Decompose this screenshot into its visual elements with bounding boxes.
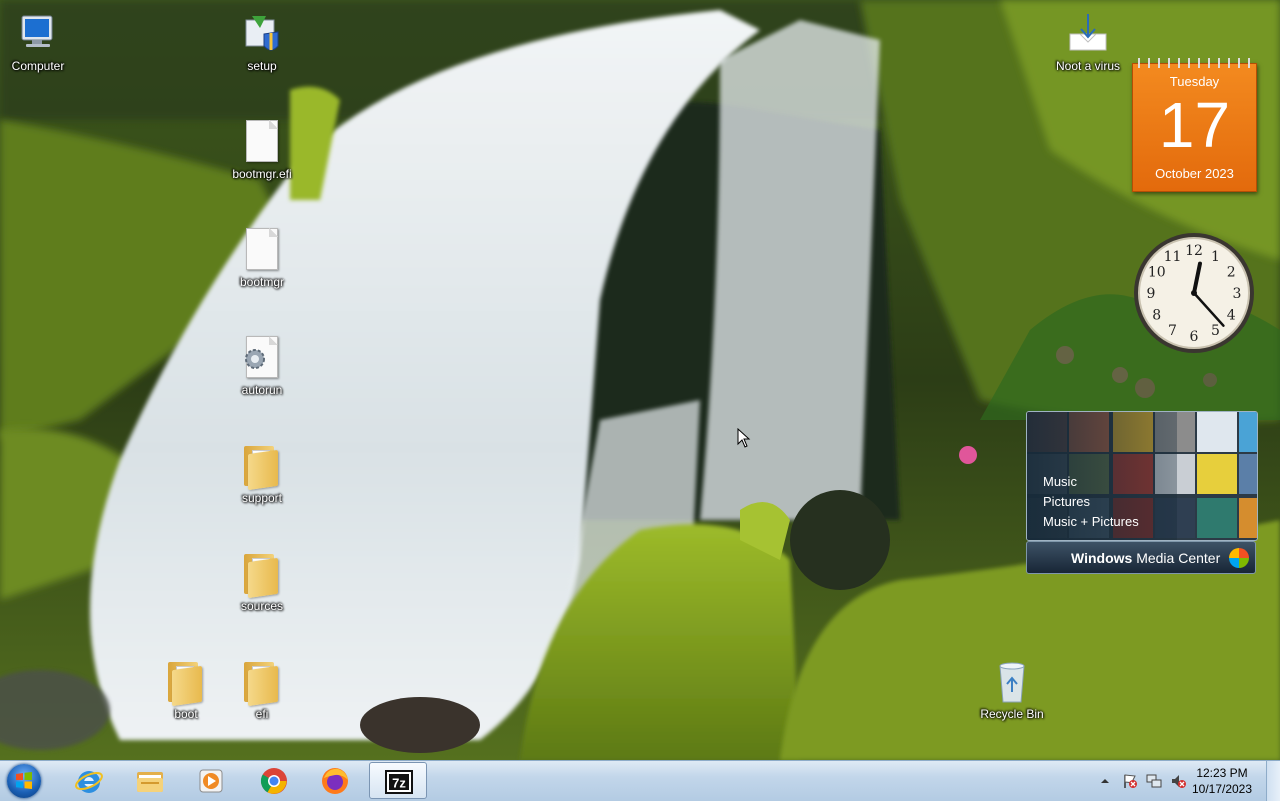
desktop-wallpaper [0, 0, 1280, 760]
desktop-icon-label: autorun [241, 383, 283, 397]
folder-icon [242, 444, 282, 491]
media-player-icon [196, 766, 226, 796]
media-center-tiles: Music Pictures Music + Pictures [1026, 411, 1258, 541]
7zip-icon: 7z [384, 767, 414, 797]
clock-numeral: 4 [1227, 308, 1236, 324]
desktop-icon-label: support [241, 491, 283, 505]
desktop-icon-label: Computer [11, 59, 65, 73]
taskbar-button-windows-explorer[interactable] [121, 762, 179, 799]
firefox-icon [320, 766, 350, 796]
desktop-icon-support[interactable]: support [224, 438, 300, 518]
clock-gadget[interactable]: 12 12 3 45678 9 1011 [1132, 231, 1256, 355]
desktop-icon-recycle-bin[interactable]: Recycle Bin [974, 654, 1050, 734]
desktop-icon-sources[interactable]: sources [224, 546, 300, 626]
clock-numeral: 11 [1164, 249, 1182, 265]
network-icon[interactable] [1146, 773, 1162, 789]
internet-explorer-icon [74, 766, 104, 796]
media-center-menu-music[interactable]: Music [1043, 472, 1139, 492]
start-button[interactable] [3, 762, 47, 800]
taskbar-button-7zip[interactable]: 7z [369, 762, 427, 799]
folder-icon [135, 766, 165, 796]
show-hidden-icons-arrow[interactable] [1098, 775, 1112, 787]
clock-numeral: 3 [1233, 286, 1242, 302]
taskbar-button-chrome[interactable] [245, 762, 303, 799]
desktop-icon-bootmgr-efi[interactable]: bootmgr.efi [224, 114, 300, 194]
installer-box-icon [1068, 12, 1108, 56]
clock-numeral: 6 [1190, 329, 1199, 345]
desktop-icon-label: setup [247, 59, 277, 73]
desktop-icon-efi[interactable]: efi [224, 654, 300, 734]
clock-numeral: 8 [1152, 308, 1161, 324]
desktop-icon-boot[interactable]: boot [148, 654, 224, 734]
volume-muted-icon[interactable] [1170, 773, 1186, 789]
show-desktop-button[interactable] [1266, 761, 1280, 801]
taskbar-clock[interactable]: 12:23 PM 10/17/2023 [1190, 765, 1254, 797]
taskbar-time: 12:23 PM [1196, 766, 1248, 780]
media-center-menu-music-pictures[interactable]: Music + Pictures [1043, 512, 1139, 532]
calendar-gadget[interactable]: Tuesday 17 October 2023 [1132, 58, 1257, 192]
action-center-flag-icon[interactable] [1122, 773, 1138, 789]
clock-numeral: 10 [1148, 265, 1166, 281]
desktop-icon-label: Noot a virus [1055, 59, 1121, 73]
desktop-icon-setup[interactable]: setup [224, 6, 300, 86]
clock-numeral: 5 [1211, 323, 1220, 339]
desktop-icon-noot-a-virus[interactable]: Noot a virus [1050, 6, 1126, 86]
taskbar-button-firefox[interactable] [306, 762, 364, 799]
desktop-icon-computer[interactable]: Computer [0, 6, 76, 86]
windows-logo-icon [1229, 548, 1249, 568]
file-icon [242, 120, 282, 164]
clock-numeral: 2 [1227, 265, 1236, 281]
clock-numeral: 7 [1168, 323, 1177, 339]
media-center-brand-bar[interactable]: Windows Media Center [1026, 541, 1256, 574]
chrome-icon [259, 766, 289, 796]
desktop-icon-label: bootmgr [239, 275, 285, 289]
taskbar-date: 10/17/2023 [1191, 782, 1253, 796]
folder-icon [242, 660, 282, 707]
settings-file-icon [242, 336, 282, 380]
clock-numeral: 9 [1147, 286, 1156, 302]
computer-icon [18, 12, 58, 56]
desktop-icon-label: sources [240, 599, 284, 613]
desktop-icon-label: efi [255, 707, 269, 721]
desktop-icon-label: Recycle Bin [980, 707, 1044, 721]
desktop-icon-autorun[interactable]: autorun [224, 330, 300, 410]
mouse-pointer-icon [737, 428, 751, 448]
calendar-day: 17 [1158, 89, 1231, 161]
folder-icon [166, 660, 206, 707]
calendar-weekday: Tuesday [1169, 74, 1220, 89]
taskbar-button-internet-explorer[interactable] [60, 762, 118, 799]
media-center-brand-bold: Windows [1071, 550, 1133, 566]
taskbar: 7z 12:23 PM 10/17/2023 [0, 760, 1280, 801]
taskbar-button-media-player[interactable] [182, 762, 240, 799]
windows-orb-icon [7, 764, 41, 798]
calendar-rings [1133, 58, 1256, 68]
folder-icon [242, 552, 282, 599]
media-center-menu-pictures[interactable]: Pictures [1043, 492, 1139, 512]
clock-numeral: 1 [1211, 249, 1220, 265]
media-center-gadget[interactable]: Music Pictures Music + Pictures Windows … [1026, 411, 1258, 574]
desktop-icon-bootmgr[interactable]: bootmgr [224, 222, 300, 302]
media-center-brand-rest: Media Center [1132, 550, 1221, 566]
calendar-month-year: October 2023 [1155, 166, 1234, 181]
7zip-label: 7z [392, 776, 406, 791]
setup-icon [242, 12, 282, 56]
clock-numeral: 12 [1185, 243, 1203, 259]
recycle-bin-icon [992, 660, 1032, 704]
file-icon [242, 228, 282, 272]
desktop-icon-label: bootmgr.efi [232, 167, 292, 181]
